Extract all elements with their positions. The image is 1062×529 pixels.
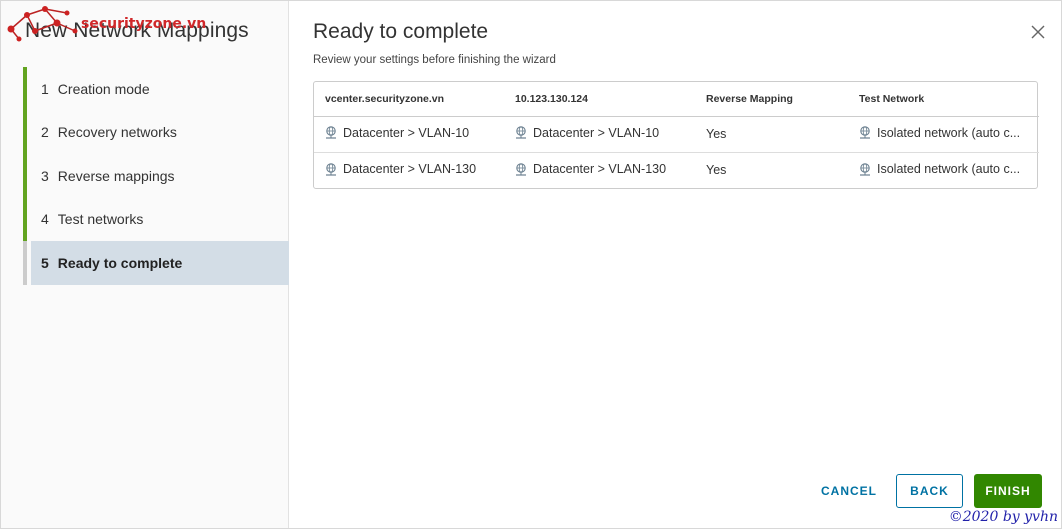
column-header-test-network[interactable]: Test Network [848,82,1039,117]
wizard-main: Ready to complete Review your settings b… [289,1,1061,528]
network-icon [516,162,526,176]
page-title: Ready to complete [313,20,489,43]
target-network-cell: Datacenter > VLAN-10 [504,116,695,153]
table-header-row: vcenter.securityzone.vn 10.123.130.124 R… [314,82,1039,117]
step-label: Recovery networks [57,124,177,141]
test-network-label: Isolated network (auto c... [877,125,1021,140]
step-recovery-networks[interactable]: 2 Recovery networks [23,110,289,154]
step-progress-bar [23,67,27,111]
table-row[interactable]: Datacenter > VLAN-10 Datacenter > VLAN-1… [314,116,1039,153]
test-network-cell: Isolated network (auto c... [848,152,1039,188]
step-progress-bar [23,241,27,285]
step-label: Reverse mappings [57,167,175,184]
source-network-cell: Datacenter > VLAN-130 [314,152,504,188]
step-creation-mode[interactable]: 1 Creation mode [23,67,289,111]
back-button[interactable]: BACK [896,474,963,508]
close-icon[interactable] [1029,23,1047,41]
source-network-cell: Datacenter > VLAN-10 [314,116,504,153]
step-label: Creation mode [57,80,150,97]
finish-button[interactable]: FINISH [974,474,1042,508]
page-subtitle: Review your settings before finishing th… [313,54,556,66]
table-row[interactable]: Datacenter > VLAN-130 Datacenter > VLAN-… [314,152,1039,188]
securityzone-logo: securityzone.vn [5,3,215,43]
target-network-label: Datacenter > VLAN-130 [533,162,667,176]
cancel-button[interactable]: CANCEL [815,474,883,508]
logo-text: securityzone.vn [81,16,207,32]
summary-table: vcenter.securityzone.vn 10.123.130.124 R… [313,81,1039,189]
watermark: ©2020 by yvhn [948,509,1058,525]
test-network-cell: Isolated network (auto c... [848,116,1039,153]
wizard-steps: 1 Creation mode 2 Recovery networks 3 Re… [23,67,289,285]
step-number: 3 [41,167,49,184]
step-number: 5 [41,254,49,271]
source-network-label: Datacenter > VLAN-130 [343,162,477,176]
step-label: Test networks [57,211,144,228]
step-progress-bar [23,197,27,241]
step-progress-bar [23,110,27,154]
wizard-sidebar: New Network Mappings securityzone.vn 1 C… [1,1,289,528]
reverse-mapping-cell: Yes [695,116,848,153]
step-ready-to-complete[interactable]: 5 Ready to complete [23,241,289,285]
step-progress-bar [23,154,27,198]
source-network-label: Datacenter > VLAN-10 [343,125,470,140]
step-label: Ready to complete [57,254,183,271]
network-icon [326,162,336,176]
test-network-label: Isolated network (auto c... [877,162,1021,176]
reverse-mapping-cell: Yes [706,163,727,178]
column-header-target-vcenter[interactable]: 10.123.130.124 [504,82,695,117]
target-network-label: Datacenter > VLAN-10 [533,125,660,140]
column-header-source-vcenter[interactable]: vcenter.securityzone.vn [314,82,504,117]
logo-network-icon [7,6,78,42]
step-number: 1 [41,80,49,97]
step-reverse-mappings[interactable]: 3 Reverse mappings [23,154,289,198]
network-icon [326,126,336,139]
network-icon [860,162,870,176]
wizard-dialog: New Network Mappings securityzone.vn 1 C… [0,0,1062,529]
network-icon [860,126,870,139]
column-header-reverse-mapping[interactable]: Reverse Mapping [695,82,848,117]
network-icon [516,126,526,139]
step-test-networks[interactable]: 4 Test networks [23,197,289,241]
step-number: 4 [41,211,49,228]
target-network-cell: Datacenter > VLAN-130 [504,152,695,188]
step-number: 2 [41,124,49,141]
